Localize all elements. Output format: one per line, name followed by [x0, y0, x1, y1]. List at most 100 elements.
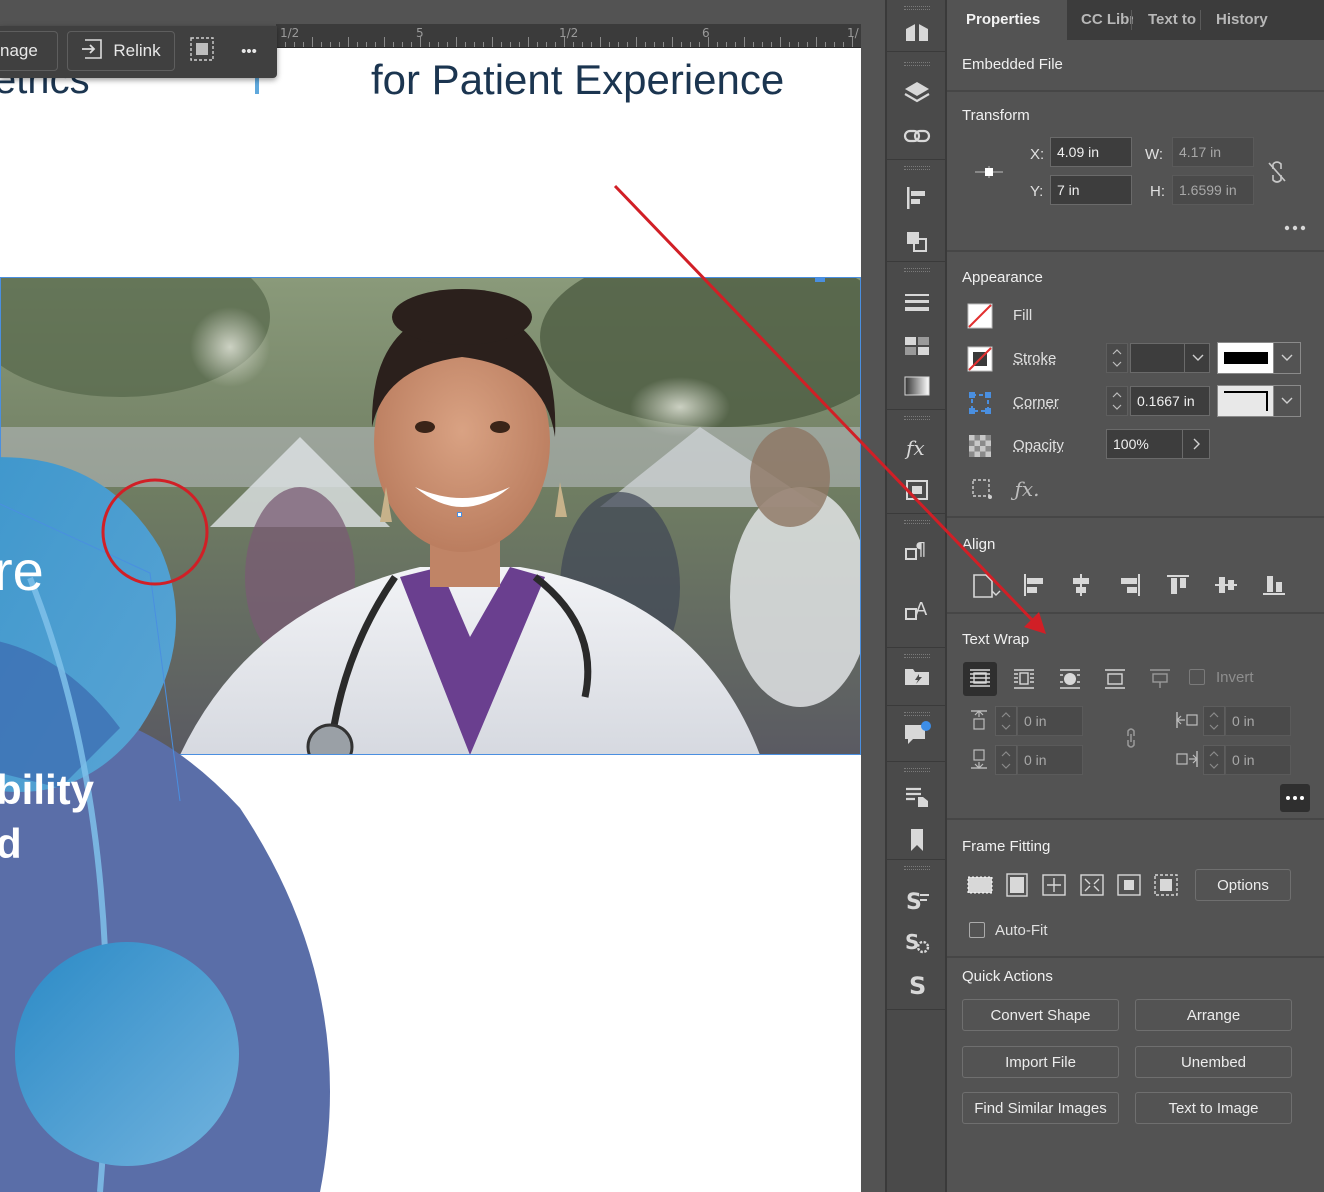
align-vertical-center-icon[interactable]: [1211, 570, 1241, 600]
content-aware-fit-icon[interactable]: [1151, 870, 1181, 900]
arrange-button[interactable]: Arrange: [1135, 999, 1292, 1031]
auto-fit-checkbox[interactable]: [969, 922, 985, 938]
tool-group-grip[interactable]: [904, 520, 930, 524]
right-offset-field[interactable]: 0 in: [1225, 745, 1291, 775]
horizontal-ruler[interactable]: 1/2 5 1/2 6 1/: [276, 24, 861, 48]
link-offsets-icon[interactable]: [1117, 724, 1145, 752]
links-icon[interactable]: [901, 120, 933, 152]
import-file-button[interactable]: Import File: [962, 1046, 1119, 1078]
jump-to-next-column-icon[interactable]: [1145, 664, 1175, 694]
scripting-icon[interactable]: S: [901, 968, 933, 1000]
corner-size-stepper[interactable]: [1106, 386, 1128, 416]
stroke-label[interactable]: Stroke: [1013, 350, 1056, 367]
corner-size-field[interactable]: 0.1667 in: [1130, 386, 1210, 416]
selection-handle[interactable]: [815, 277, 825, 282]
left-offset-field[interactable]: 0 in: [1225, 706, 1291, 736]
align-to-selection-icon[interactable]: [969, 572, 1003, 600]
left-offset-stepper[interactable]: [1203, 706, 1225, 736]
jump-object-icon[interactable]: [1100, 664, 1130, 694]
find-similar-images-button[interactable]: Find Similar Images: [962, 1092, 1119, 1124]
tab-cc-libraries[interactable]: CC Libr: [1081, 0, 1133, 40]
align-top-icon[interactable]: [1163, 570, 1193, 600]
document-page[interactable]: etrics for Patient Experience re bility …: [0, 48, 861, 1192]
comments-icon[interactable]: [901, 718, 933, 750]
bottom-offset-stepper[interactable]: [995, 745, 1017, 775]
opacity-label[interactable]: Opacity: [1013, 437, 1064, 454]
frame-fitting-options-button[interactable]: Options: [1195, 869, 1291, 901]
stroke-weight-stepper[interactable]: [1106, 343, 1128, 373]
tab-history[interactable]: History: [1216, 0, 1270, 40]
fit-content-to-frame-icon[interactable]: [1077, 870, 1107, 900]
tool-group-grip[interactable]: [904, 416, 930, 420]
unembed-button[interactable]: Unembed: [1135, 1046, 1292, 1078]
fill-swatch-icon[interactable]: [967, 303, 993, 329]
transform-frame-icon[interactable]: [901, 474, 933, 506]
document-canvas[interactable]: 1/2 5 1/2 6 1/ etrics for Patient Experi…: [0, 0, 885, 1192]
image-button[interactable]: nage: [0, 31, 58, 71]
interactive-icon[interactable]: [901, 782, 933, 814]
align-left-icon[interactable]: [1019, 570, 1049, 600]
content-collector-icon[interactable]: [901, 660, 933, 692]
wrap-around-bounding-box-icon[interactable]: [1009, 664, 1039, 694]
bookmarks-icon[interactable]: [901, 824, 933, 856]
right-offset-stepper[interactable]: [1203, 745, 1225, 775]
align-icon[interactable]: [901, 182, 933, 214]
center-content-icon[interactable]: [1114, 870, 1144, 900]
tool-group-grip[interactable]: [904, 166, 930, 170]
tool-group-grip[interactable]: [904, 866, 930, 870]
stroke-weight-dropdown-icon[interactable]: [1184, 343, 1210, 373]
tool-group-grip[interactable]: [904, 268, 930, 272]
fit-frame-to-content-icon[interactable]: [1039, 870, 1069, 900]
bottom-offset-field[interactable]: 0 in: [1017, 745, 1083, 775]
script-icon[interactable]: S: [901, 884, 933, 916]
constrain-proportions-icon[interactable]: [1263, 158, 1291, 186]
stroke-type-dropdown-icon[interactable]: [1273, 342, 1301, 374]
tool-group-grip[interactable]: [904, 768, 930, 772]
align-right-icon[interactable]: [1115, 570, 1145, 600]
layers-icon[interactable]: [901, 76, 933, 108]
top-offset-stepper[interactable]: [995, 706, 1017, 736]
gradient-icon[interactable]: [901, 370, 933, 402]
text-to-image-button[interactable]: Text to Image: [1135, 1092, 1292, 1124]
swatches-icon[interactable]: [901, 330, 933, 362]
no-text-wrap-icon[interactable]: [963, 662, 997, 696]
height-field[interactable]: 1.6599 in: [1172, 175, 1254, 205]
y-position-field[interactable]: 7 in: [1050, 175, 1132, 205]
content-grabber-handle[interactable]: [457, 512, 462, 517]
width-field[interactable]: 4.17 in: [1172, 137, 1254, 167]
fit-content-proportionally-icon[interactable]: [1002, 870, 1032, 900]
effects-icon[interactable]: fx: [901, 432, 933, 464]
invert-checkbox[interactable]: [1189, 669, 1205, 685]
character-styles-icon[interactable]: A: [901, 594, 933, 626]
tool-group-grip[interactable]: [904, 712, 930, 716]
reference-point-icon[interactable]: [973, 162, 1005, 182]
convert-shape-button[interactable]: Convert Shape: [962, 999, 1119, 1031]
script-settings-icon[interactable]: S: [901, 926, 933, 958]
cc-libraries-icon[interactable]: [901, 16, 933, 48]
top-offset-field[interactable]: 0 in: [1017, 706, 1083, 736]
corner-options-icon[interactable]: [967, 390, 993, 416]
align-bottom-icon[interactable]: [1259, 570, 1289, 600]
fill-frame-proportionally-icon[interactable]: [965, 870, 995, 900]
stroke-swatch-icon[interactable]: [967, 346, 993, 372]
fx-effects-icon[interactable]: ƒx.: [1013, 476, 1041, 502]
tool-group-grip[interactable]: [904, 62, 930, 66]
object-effects-frame-icon[interactable]: [969, 476, 995, 502]
stroke-icon[interactable]: [901, 286, 933, 318]
more-options-button[interactable]: •••: [226, 31, 272, 71]
opacity-expand-icon[interactable]: [1182, 429, 1210, 459]
more-transform-options-icon[interactable]: [1281, 220, 1309, 236]
x-position-field[interactable]: 4.09 in: [1050, 137, 1132, 167]
pathfinder-icon[interactable]: [901, 226, 933, 258]
tool-group-grip[interactable]: [904, 654, 930, 658]
paragraph-styles-icon[interactable]: ¶: [901, 534, 933, 566]
corner-label[interactable]: Corner: [1013, 394, 1059, 411]
tab-properties[interactable]: Properties: [947, 0, 1067, 40]
text-wrap-more-options-icon[interactable]: [1280, 784, 1310, 812]
align-horizontal-center-icon[interactable]: [1066, 570, 1096, 600]
wrap-around-object-shape-icon[interactable]: [1055, 664, 1085, 694]
relink-button[interactable]: Relink: [67, 31, 175, 71]
corner-shape-dropdown-icon[interactable]: [1273, 385, 1301, 417]
fit-frame-button[interactable]: [183, 31, 221, 71]
tool-group-grip[interactable]: [904, 6, 930, 10]
